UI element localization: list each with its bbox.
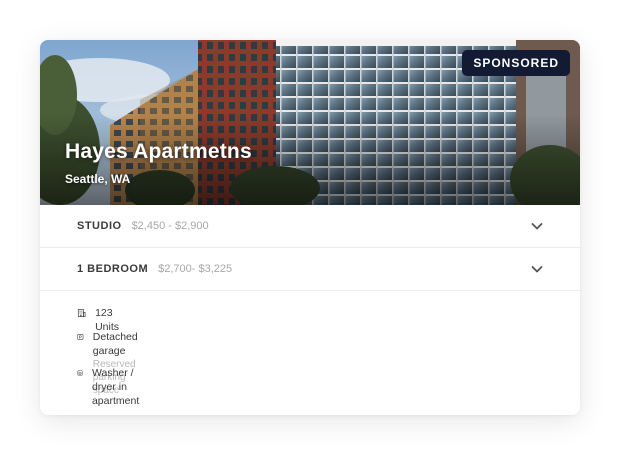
washer-icon	[77, 370, 83, 376]
unit-type: 1 BEDROOM	[77, 263, 149, 275]
unit-row-studio[interactable]: STUDIO $2,450 - $2,900	[40, 205, 580, 248]
svg-text:P: P	[79, 335, 82, 340]
unit-price: $2,700- $3,225	[158, 263, 233, 275]
unit-type: STUDIO	[77, 220, 122, 232]
unit-list: STUDIO $2,450 - $2,900 1 BEDROOM $2,700-…	[40, 205, 580, 291]
feature-label: Detached garage	[92, 331, 138, 357]
feature-label: Washer / dryer in apartment	[91, 367, 140, 407]
sponsored-badge: SPONSORED	[462, 50, 570, 76]
listing-title: Hayes Apartmetns	[65, 140, 252, 163]
hero-image: Hayes Apartmetns Seattle, WA SPONSORED	[40, 40, 580, 205]
listing-location: Seattle, WA	[65, 172, 131, 186]
feature-laundry: Washer / dryer in apartment	[77, 366, 147, 408]
unit-row-1-bedroom[interactable]: 1 BEDROOM $2,700- $3,225	[40, 248, 580, 291]
building-icon	[77, 309, 86, 317]
chevron-down-icon[interactable]	[530, 262, 544, 276]
unit-price: $2,450 - $2,900	[131, 220, 209, 232]
listing-card[interactable]: Hayes Apartmetns Seattle, WA SPONSORED S…	[40, 40, 580, 415]
parking-icon: P	[77, 334, 84, 340]
chevron-down-icon[interactable]	[530, 219, 544, 233]
